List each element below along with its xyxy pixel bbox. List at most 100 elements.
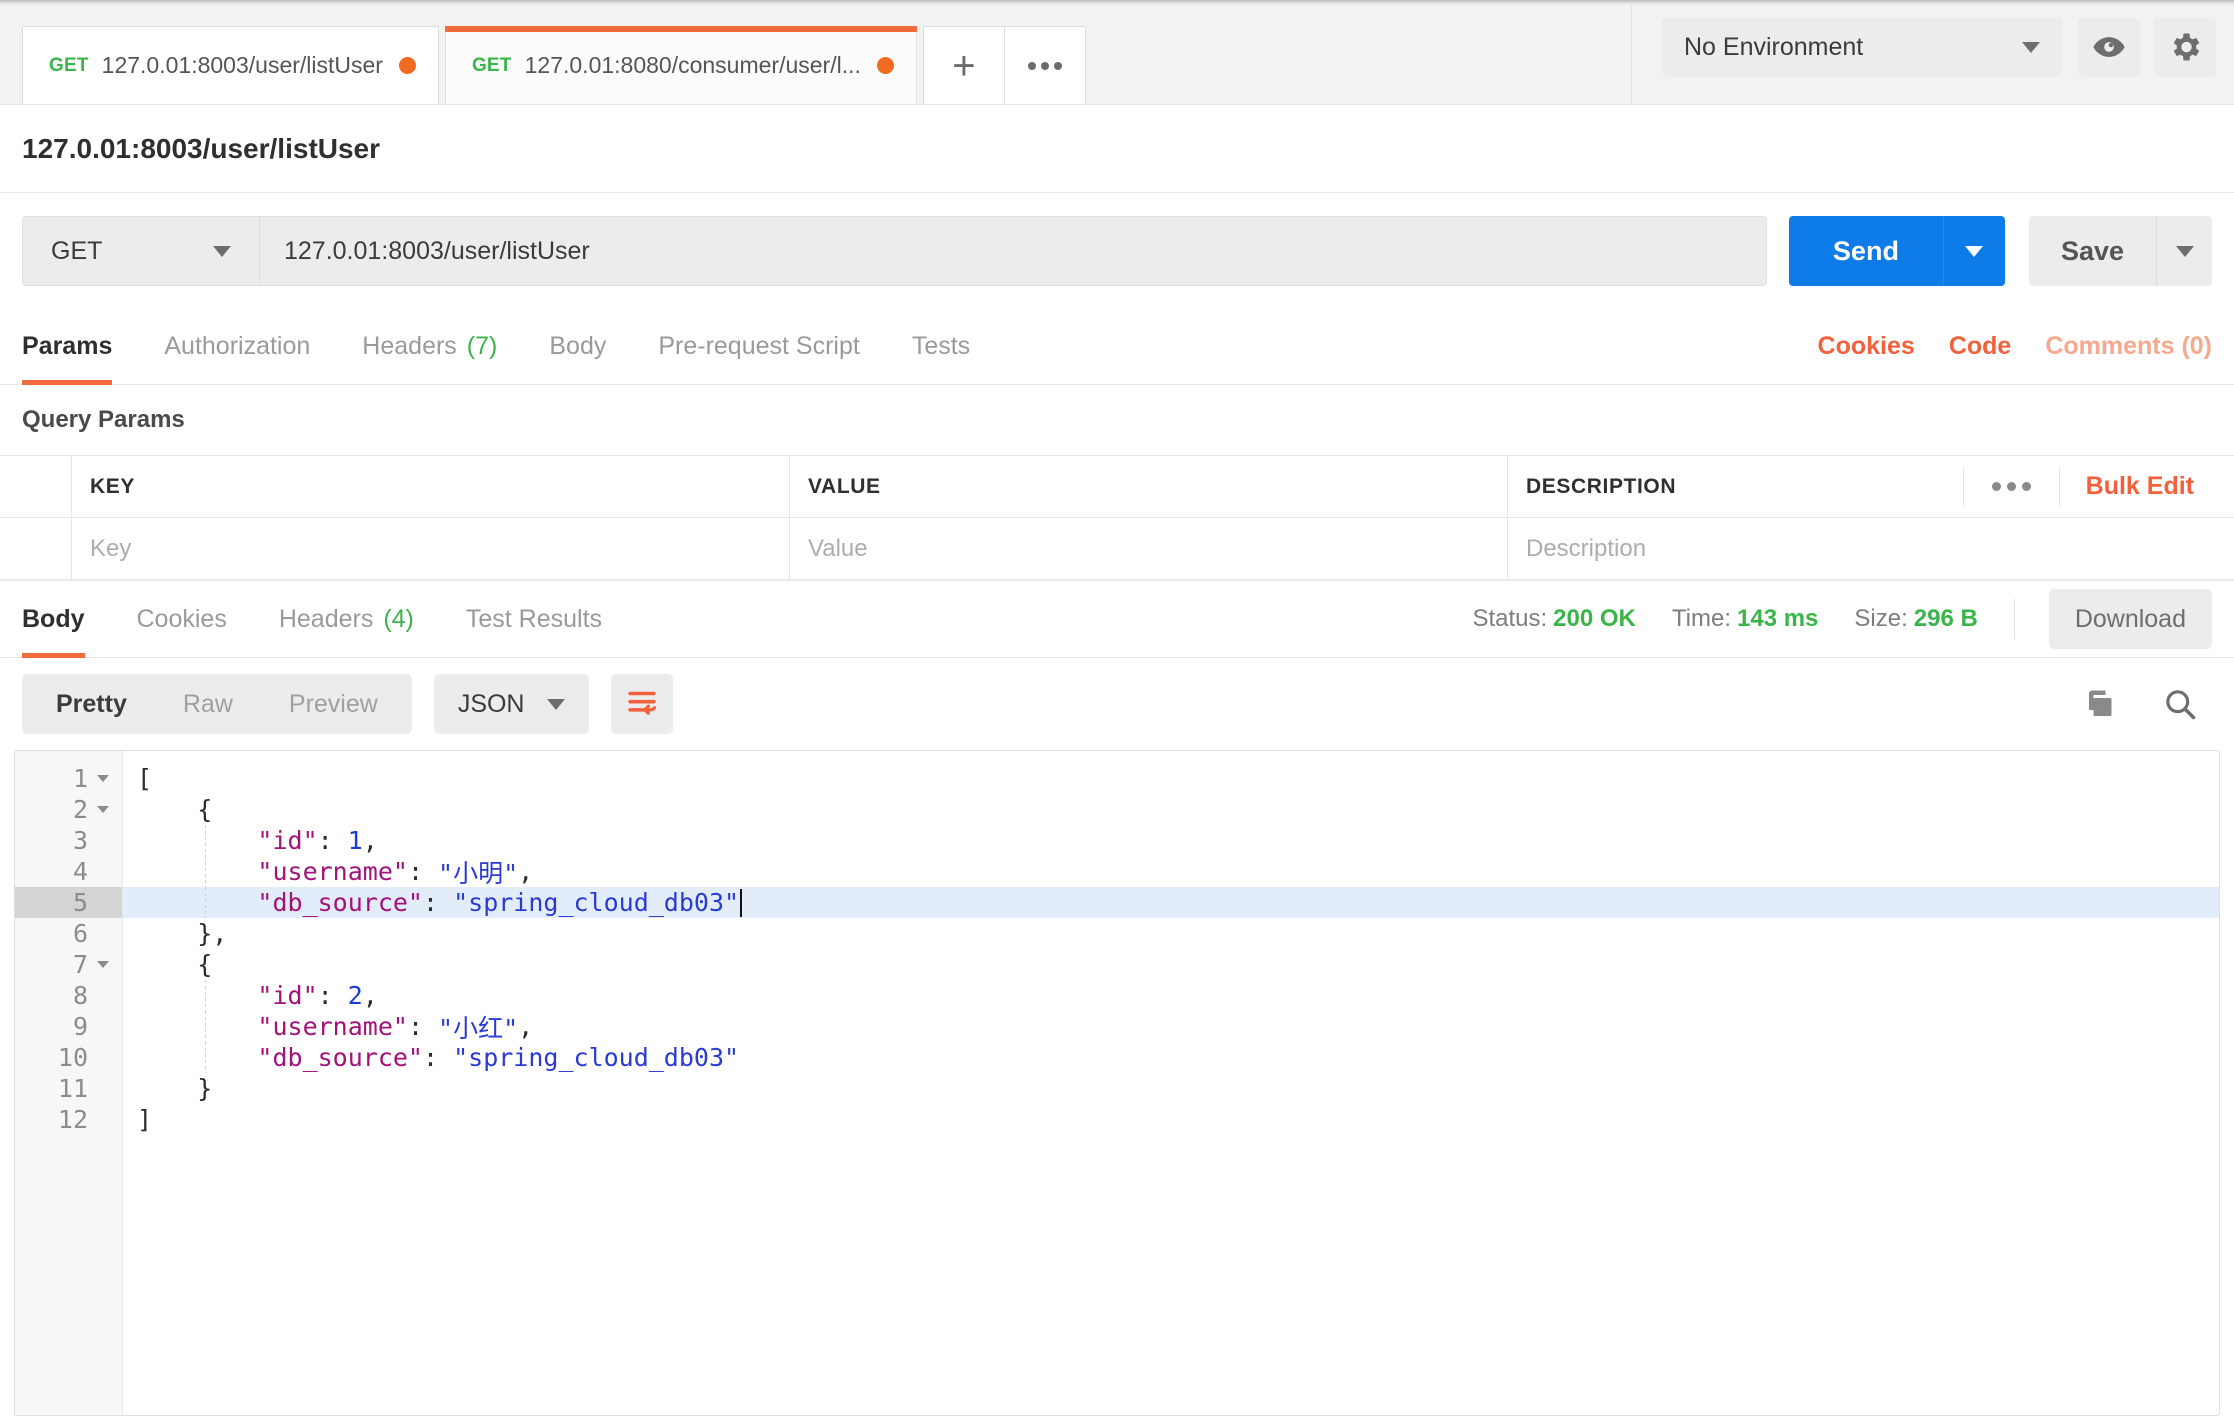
token-punc: {	[137, 795, 213, 824]
line-number: 1	[15, 763, 122, 794]
size-value: 296 B	[1913, 605, 1978, 632]
tab-headers[interactable]: Headers (7)	[336, 309, 523, 384]
link-comments-[interactable]: Comments (0)	[2045, 332, 2212, 361]
token-key: "username"	[137, 1012, 408, 1041]
line-number: 8	[72, 981, 88, 1010]
code-line: "username": "小红",	[123, 1011, 2219, 1043]
cell-description[interactable]: Description	[1508, 518, 2234, 579]
divider	[2013, 599, 2015, 639]
tab-label: Headers	[362, 332, 457, 360]
cell-value[interactable]: Value	[790, 518, 1508, 579]
code-line: "db_source": "spring_cloud_db03"	[123, 887, 2219, 918]
token-punc: :	[407, 1012, 439, 1041]
response-format-select[interactable]: JSON	[433, 674, 589, 734]
row-checkbox-cell[interactable]	[0, 518, 72, 579]
tab-label: Headers	[278, 604, 374, 633]
fold-toggle-icon[interactable]	[94, 775, 112, 782]
save-button-group: Save	[2028, 216, 2212, 286]
tab-url-label: 127.0.01:8080/consumer/user/l...	[524, 52, 861, 78]
token-punc: :	[422, 888, 454, 917]
save-button[interactable]: Save	[2028, 216, 2156, 286]
time-value: 143 ms	[1737, 605, 1819, 632]
environment-quick-look-button[interactable]	[2078, 17, 2140, 77]
table-row[interactable]: Key Value Description	[0, 518, 2234, 580]
token-punc: :	[407, 857, 439, 886]
column-header-key: KEY	[90, 474, 135, 498]
response-view-controls: Pretty Raw Preview JSON	[0, 658, 2234, 750]
token-punc: :	[317, 826, 348, 855]
token-punc: :	[422, 1043, 454, 1072]
token-key: "username"	[137, 857, 408, 886]
page-title: 127.0.01:8003/user/listUser	[22, 132, 381, 164]
wrap-lines-button[interactable]	[610, 674, 673, 734]
token-punc: {	[137, 950, 213, 979]
token-key: "id"	[137, 826, 318, 855]
fold-toggle-icon[interactable]	[94, 961, 112, 968]
view-mode-raw[interactable]: Raw	[155, 679, 261, 729]
tab-method-label: GET	[471, 54, 512, 76]
tab-authorization[interactable]: Authorization	[138, 309, 336, 384]
indent-guide	[205, 856, 206, 887]
search-button[interactable]	[2162, 686, 2198, 722]
request-url-input[interactable]	[260, 216, 1767, 286]
send-options-button[interactable]	[1942, 216, 2005, 286]
query-params-more-button[interactable]	[1962, 467, 2060, 506]
response-tab-headers[interactable]: Headers (4)	[253, 581, 440, 657]
token-str: "spring_cloud_db03"	[453, 1043, 740, 1072]
code-line: }	[123, 1073, 2219, 1104]
link-code[interactable]: Code	[1949, 332, 2012, 361]
copy-button[interactable]	[2080, 686, 2116, 722]
time-badge: Time: 143 ms	[1672, 605, 1819, 633]
response-format-label: JSON	[457, 689, 525, 718]
http-method-select[interactable]: GET	[22, 216, 260, 286]
code-content-area[interactable]: [ { "id": 1, "username": "小明", "db_sourc…	[123, 751, 2219, 1415]
token-num: 2	[347, 981, 363, 1010]
tab-options-button[interactable]	[1003, 26, 1086, 104]
code-line: {	[123, 949, 2219, 980]
new-tab-button[interactable]: +	[922, 26, 1005, 104]
tab-count: (4)	[383, 604, 414, 633]
link-cookies[interactable]: Cookies	[1818, 332, 1915, 361]
line-number: 11	[57, 1074, 88, 1103]
save-options-button[interactable]	[2156, 216, 2212, 286]
tab-tests[interactable]: Tests	[886, 309, 996, 384]
response-tab-test-results[interactable]: Test Results	[440, 581, 628, 657]
tab-body[interactable]: Body	[523, 309, 632, 384]
settings-button[interactable]	[2154, 17, 2216, 77]
status-value: 200 OK	[1553, 605, 1636, 632]
wrap-lines-icon	[627, 691, 656, 715]
tab-label: Body	[22, 604, 85, 633]
line-number: 3	[72, 826, 88, 855]
token-punc: }	[137, 1074, 213, 1103]
cell-key[interactable]: Key	[72, 518, 790, 579]
response-tab-cookies[interactable]: Cookies	[111, 581, 253, 657]
request-tab-1[interactable]: GET 127.0.01:8080/consumer/user/l...	[444, 26, 917, 104]
token-num: 1	[347, 826, 363, 855]
response-body-tools	[2080, 686, 2212, 722]
tab-params[interactable]: Params	[22, 309, 138, 385]
eye-icon	[2093, 37, 2125, 57]
http-method-label: GET	[51, 236, 103, 265]
send-button[interactable]: Send	[1788, 216, 1943, 286]
request-tab-0[interactable]: GET 127.0.01:8003/user/listUser	[22, 26, 439, 104]
token-punc: [	[137, 764, 153, 793]
line-number: 10	[57, 1043, 88, 1072]
environment-selector[interactable]: No Environment	[1662, 17, 2062, 77]
response-body-editor[interactable]: 1 2 3 4 5 6 7 8 9 10 11 12 [ { "id": 1, "username":…	[14, 750, 2220, 1416]
bulk-edit-button[interactable]: Bulk Edit	[2086, 472, 2194, 501]
tab-label: Cookies	[136, 604, 227, 633]
view-mode-pretty[interactable]: Pretty	[28, 679, 155, 729]
view-mode-preview[interactable]: Preview	[261, 679, 406, 729]
token-punc: ,	[518, 1012, 534, 1041]
tab-label: Authorization	[164, 332, 311, 360]
tab-label: Body	[549, 332, 607, 360]
line-number-gutter: 1 2 3 4 5 6 7 8 9 10 11 12	[15, 751, 123, 1415]
download-button[interactable]: Download	[2048, 589, 2212, 649]
tab-pre-request-script[interactable]: Pre-request Script	[632, 309, 885, 384]
token-punc: ]	[137, 1105, 153, 1134]
fold-toggle-icon[interactable]	[94, 806, 112, 813]
query-params-title-row: Query Params	[0, 385, 2234, 455]
response-tab-body[interactable]: Body	[22, 581, 111, 658]
chevron-down-icon	[2175, 245, 2194, 257]
description-input-placeholder: Description	[1526, 534, 1647, 562]
